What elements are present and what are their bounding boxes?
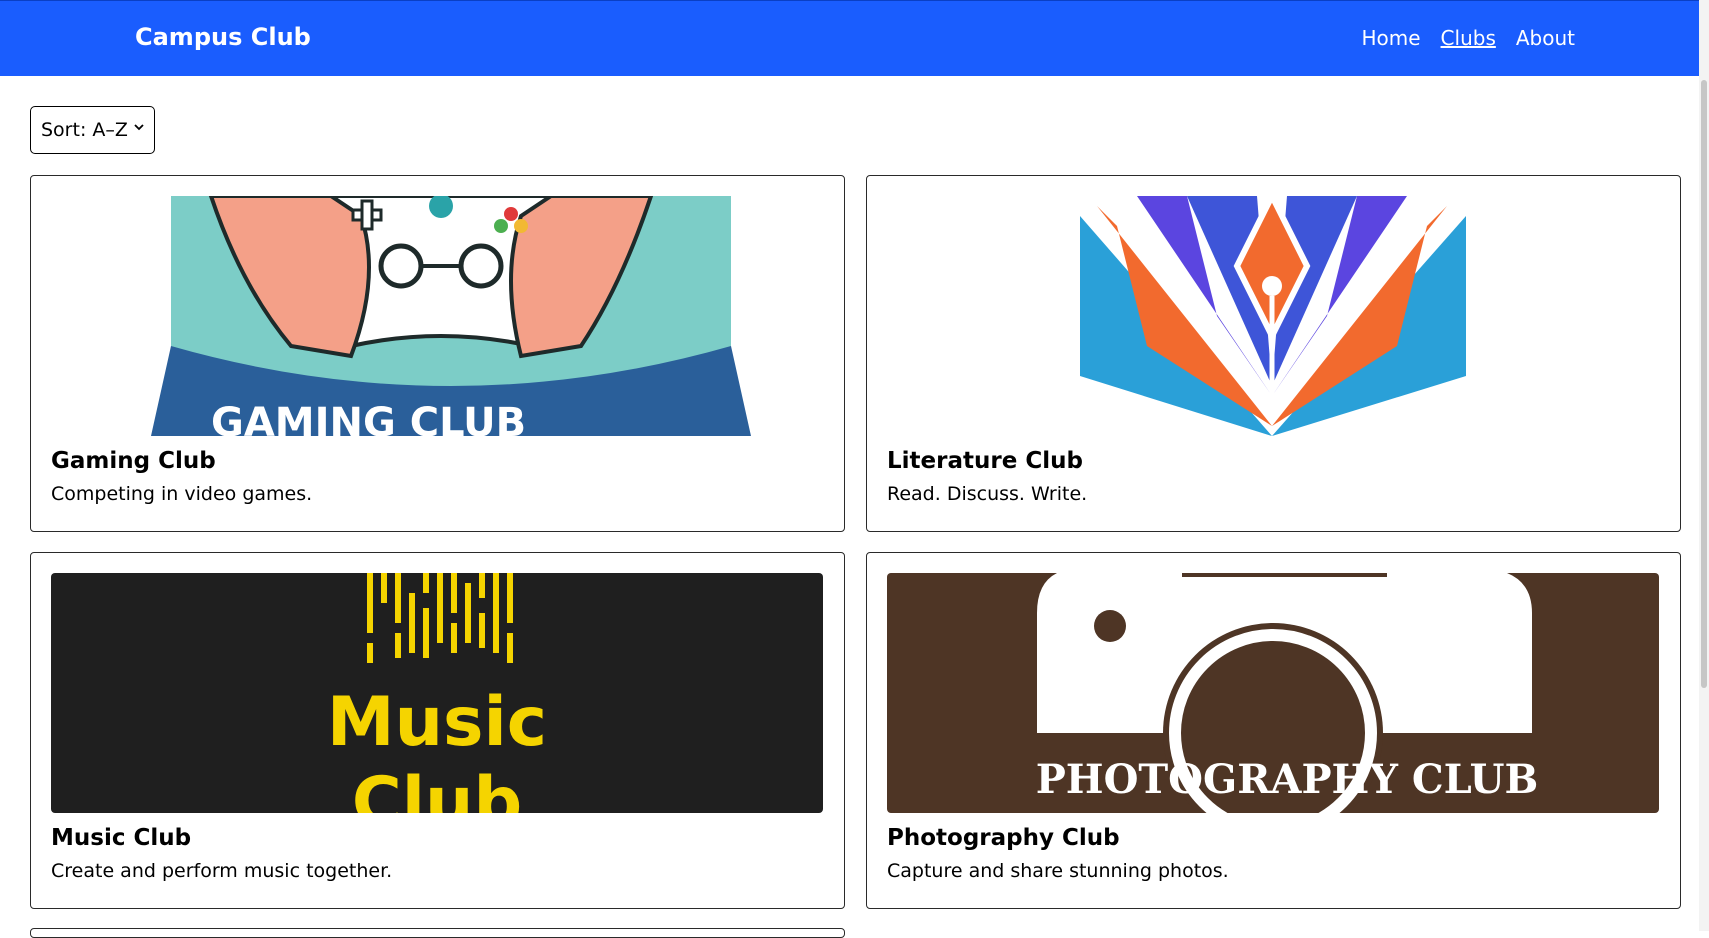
- club-card-literature[interactable]: Literature Club Read. Discuss. Write.: [866, 175, 1681, 532]
- chevron-down-icon: [134, 124, 144, 131]
- top-navbar: Campus Club Home Clubs About: [0, 0, 1709, 76]
- music-club-image: Music Club: [51, 573, 823, 813]
- gaming-image-text: GAMING CLUB: [211, 400, 526, 436]
- photography-club-image: PHOTOGRAPHY CLUB: [887, 573, 1659, 813]
- club-card-photography[interactable]: PHOTOGRAPHY CLUB Photography Club Captur…: [866, 552, 1681, 909]
- scrollbar-thumb[interactable]: [1701, 80, 1707, 688]
- club-card-description: Competing in video games.: [51, 483, 313, 505]
- music-image-text-2: Club: [352, 763, 522, 813]
- club-card-description: Create and perform music together.: [51, 860, 393, 882]
- club-card-title: Gaming Club: [51, 448, 216, 474]
- club-card-description: Capture and share stunning photos.: [887, 860, 1229, 882]
- club-card-music[interactable]: Music Club Music Club Create and perform…: [30, 552, 845, 909]
- club-card-title: Literature Club: [887, 448, 1083, 474]
- sort-select[interactable]: Sort: A–Z: [30, 106, 155, 154]
- gaming-club-image: GAMING CLUB: [51, 196, 823, 436]
- club-card-description: Read. Discuss. Write.: [887, 483, 1088, 505]
- club-card-partial[interactable]: [30, 928, 845, 938]
- nav-clubs-link[interactable]: Clubs: [1441, 26, 1496, 50]
- nav-home-link[interactable]: Home: [1361, 26, 1420, 50]
- brand-title[interactable]: Campus Club: [135, 23, 311, 51]
- nav-links: Home Clubs About: [1361, 26, 1575, 50]
- photography-image-text: PHOTOGRAPHY CLUB: [1036, 756, 1539, 803]
- club-card-title: Music Club: [51, 825, 192, 851]
- sort-select-value: Sort: A–Z: [41, 119, 128, 141]
- page-scrollbar[interactable]: [1699, 0, 1709, 931]
- club-card-title: Photography Club: [887, 825, 1120, 851]
- club-card-gaming[interactable]: GAMING CLUB Gaming Club Competing in vid…: [30, 175, 845, 532]
- nav-about-link[interactable]: About: [1516, 26, 1575, 50]
- music-image-text-1: Music: [327, 683, 547, 762]
- literature-club-image: [887, 196, 1659, 436]
